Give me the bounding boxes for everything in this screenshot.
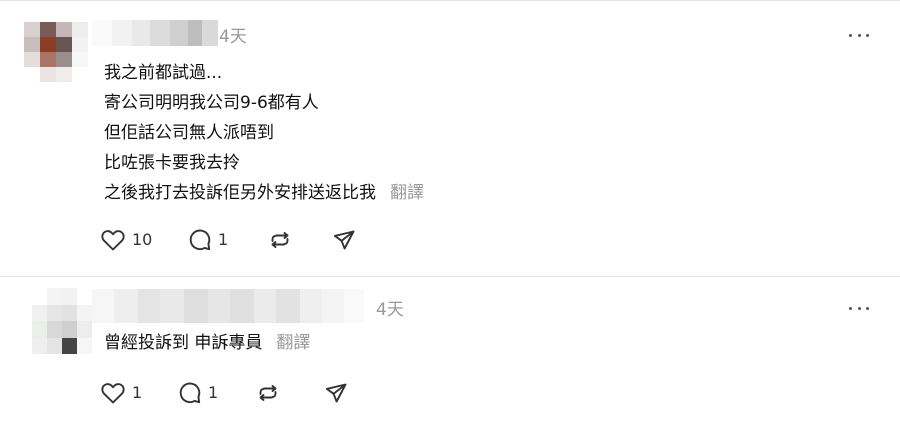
repost-icon bbox=[259, 385, 277, 401]
post-body-line: 比咗張卡要我去拎 bbox=[104, 153, 240, 173]
heart-icon bbox=[101, 230, 125, 251]
comment-icon bbox=[179, 382, 201, 404]
comment-icon bbox=[189, 229, 211, 251]
post-body: 曾經投訴到 申訴專員 翻譯 bbox=[104, 328, 310, 358]
username[interactable] bbox=[92, 289, 364, 323]
post-body-line: 我之前都試過... bbox=[104, 63, 223, 83]
share-icon bbox=[333, 230, 355, 250]
post-body-line-text: 之後我打去投訴佢另外安排送返比我 bbox=[104, 183, 376, 203]
translate-link[interactable]: 翻譯 bbox=[276, 333, 310, 353]
thread-post: 4天 曾經投訴到 申訴專員 翻譯 1 1 bbox=[0, 277, 900, 425]
like-count: 10 bbox=[132, 230, 153, 249]
more-options-icon bbox=[849, 306, 852, 310]
share-button[interactable] bbox=[332, 226, 356, 254]
reply-count: 1 bbox=[208, 383, 219, 402]
more-options-icon-dot bbox=[866, 306, 869, 310]
more-options-icon bbox=[849, 33, 852, 37]
more-options-icon-dot bbox=[857, 306, 861, 310]
translate-link[interactable]: 翻譯 bbox=[390, 183, 424, 203]
reply-button[interactable]: 1 bbox=[178, 379, 218, 407]
post-body-line-last: 曾經投訴到 申訴專員 翻譯 bbox=[104, 328, 310, 358]
repost-icon bbox=[271, 232, 289, 248]
thread-post: 4天 我之前都試過... 寄公司明明我公司9-6都有人 但佢話公司無人派唔到 比… bbox=[0, 0, 900, 276]
share-button[interactable] bbox=[324, 379, 348, 407]
like-button[interactable]: 10 bbox=[100, 226, 152, 254]
post-body: 我之前都試過... 寄公司明明我公司9-6都有人 但佢話公司無人派唔到 比咗張卡… bbox=[104, 58, 424, 208]
repost-button[interactable] bbox=[256, 379, 280, 407]
post-body-line: 但佢話公司無人派唔到 bbox=[104, 123, 274, 143]
more-options-button[interactable] bbox=[846, 300, 872, 316]
more-options-icon-dot bbox=[857, 33, 861, 37]
timestamp: 4天 bbox=[219, 27, 247, 47]
heart-icon bbox=[101, 383, 125, 404]
post-body-line-text: 曾經投訴到 申訴專員 bbox=[104, 333, 263, 353]
timestamp: 4天 bbox=[376, 300, 404, 320]
post-body-line-last: 之後我打去投訴佢另外安排送返比我 翻譯 bbox=[104, 178, 424, 208]
avatar[interactable] bbox=[32, 288, 92, 354]
reply-button[interactable]: 1 bbox=[188, 226, 228, 254]
username[interactable] bbox=[92, 20, 218, 46]
like-button[interactable]: 1 bbox=[100, 379, 142, 407]
like-count: 1 bbox=[132, 383, 143, 402]
share-icon bbox=[325, 383, 347, 403]
post-body-line: 寄公司明明我公司9-6都有人 bbox=[104, 93, 319, 113]
avatar[interactable] bbox=[24, 22, 88, 82]
more-options-icon-dot bbox=[866, 33, 869, 37]
reply-count: 1 bbox=[218, 230, 229, 249]
more-options-button[interactable] bbox=[846, 27, 872, 43]
repost-button[interactable] bbox=[268, 226, 292, 254]
